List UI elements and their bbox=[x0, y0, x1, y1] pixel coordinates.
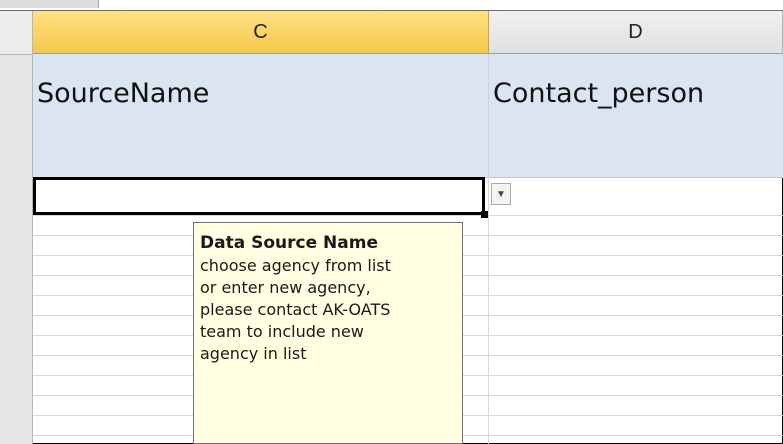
cell-sourcename[interactable]: SourceName bbox=[37, 78, 209, 109]
grid-line bbox=[33, 215, 783, 216]
column-header-c[interactable]: C bbox=[33, 11, 489, 54]
dropdown-arrow-icon[interactable]: ▼ bbox=[491, 183, 511, 205]
tooltip-title: Data Source Name bbox=[200, 233, 378, 253]
fill-handle[interactable] bbox=[481, 211, 488, 218]
header-row: SourceName Contact_person bbox=[33, 54, 783, 178]
row-header-column[interactable] bbox=[0, 11, 33, 444]
name-box-edge[interactable] bbox=[0, 0, 99, 8]
column-header-d[interactable]: D bbox=[489, 11, 783, 54]
validation-input-message: Data Source Name choose agency from list… bbox=[193, 222, 463, 444]
grid-column-line bbox=[488, 177, 489, 444]
active-cell-c2[interactable] bbox=[33, 177, 485, 215]
top-toolbar-strip bbox=[0, 0, 783, 11]
cell-contact-person[interactable]: Contact_person bbox=[493, 78, 704, 109]
column-divider bbox=[488, 54, 489, 177]
select-all-corner[interactable] bbox=[0, 11, 33, 55]
tooltip-body: choose agency from list or enter new age… bbox=[200, 256, 391, 363]
